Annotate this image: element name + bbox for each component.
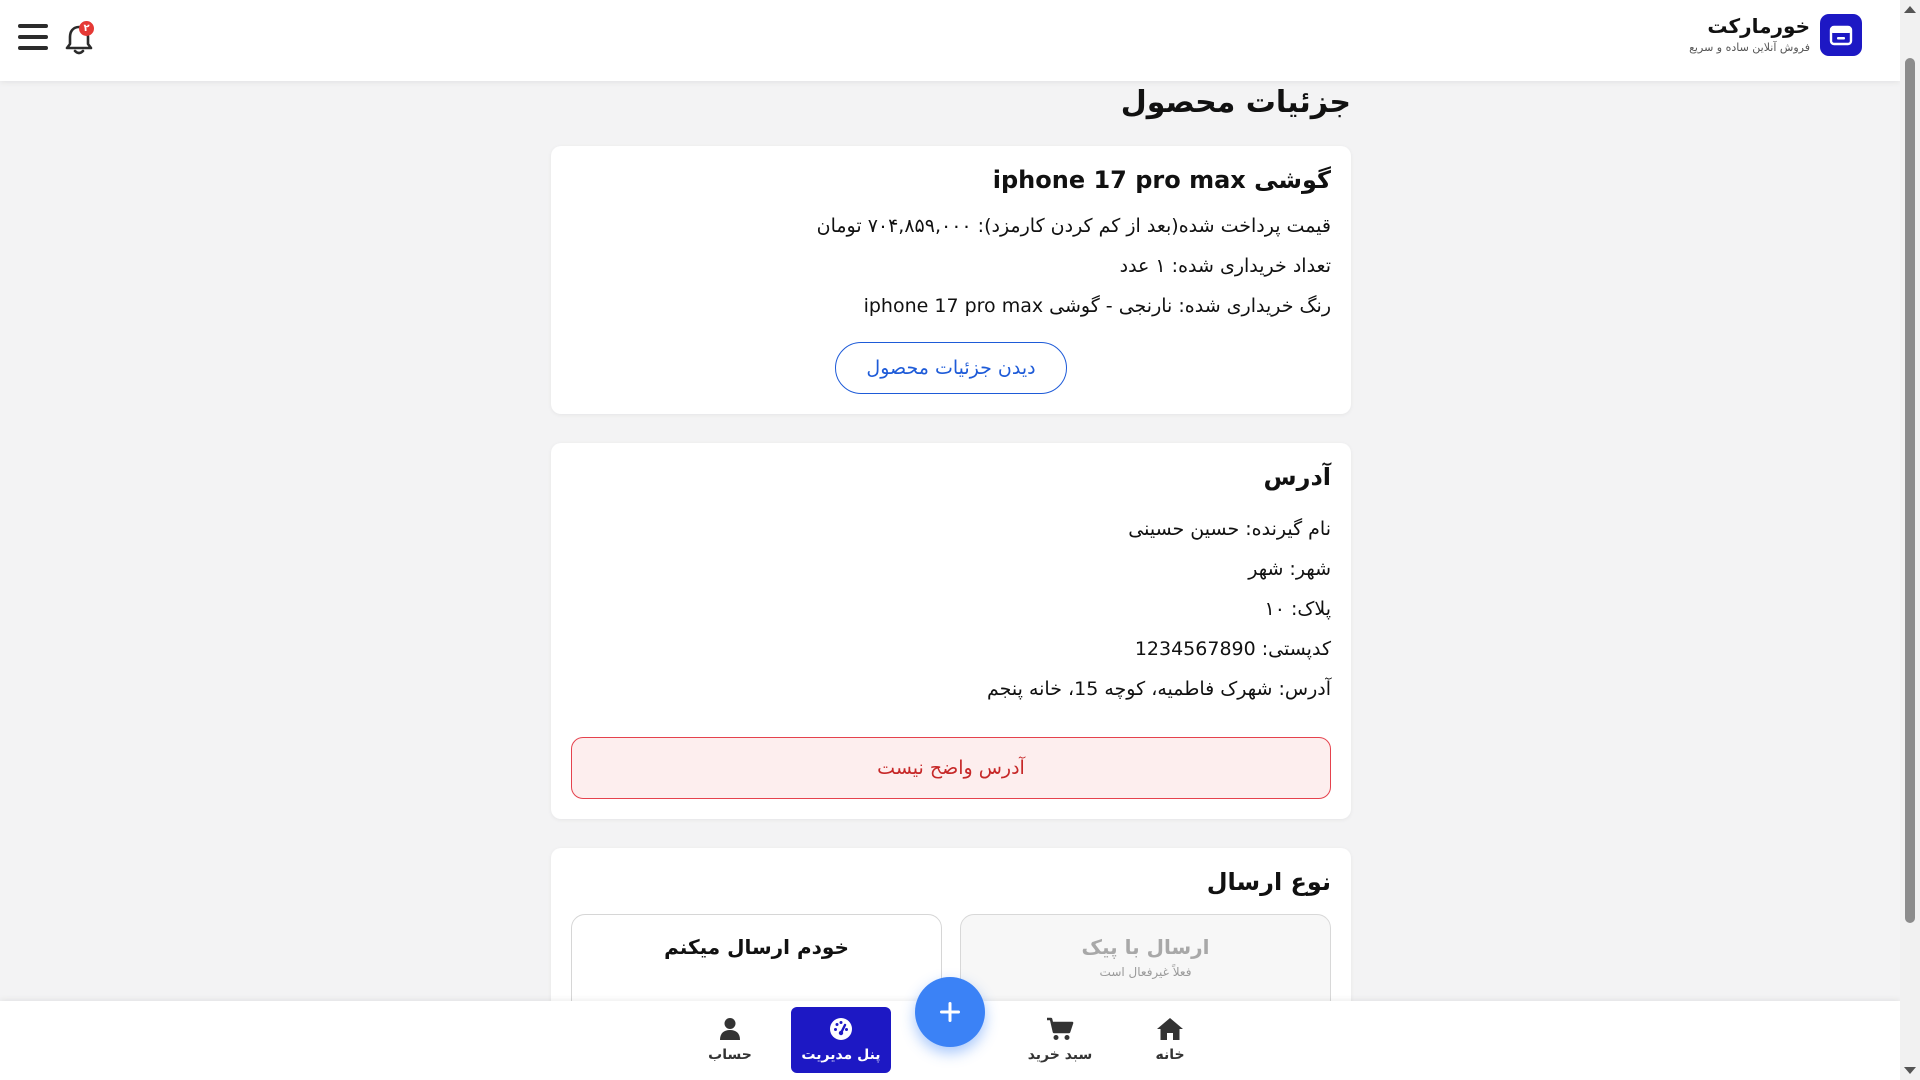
main-content: جزئیات محصول گوشی iphone 17 pro max قیمت… [551,81,1351,1048]
address-unclear-button[interactable]: آدرس واضح نیست [571,737,1331,799]
nav-account[interactable]: حساب [680,1007,780,1073]
scroll-down-arrow-icon[interactable] [1904,1067,1916,1074]
self-shipping-option[interactable]: خودم ارسال میکنم [571,914,942,1014]
home-icon [1157,1018,1183,1040]
notifications-bell-icon[interactable]: ۲ [64,21,94,56]
self-option-label: خودم ارسال میکنم [664,935,849,959]
hamburger-menu-icon[interactable] [18,24,48,50]
plus-icon [940,1002,960,1022]
notification-count-badge: ۲ [79,21,94,36]
nav-cart[interactable]: سبد خرید [1010,1007,1110,1073]
shipping-type-title: نوع ارسال [1206,868,1331,896]
view-product-details-button[interactable]: دیدن جزئیات محصول [835,342,1067,394]
page-title: جزئیات محصول [1120,85,1351,120]
address-card: آدرس نام گیرنده: حسین حسینی شهر: شهر پلا… [551,443,1351,819]
cart-icon [1047,1017,1074,1040]
product-quantity: تعداد خریداری شده: ۱ عدد [1119,255,1331,277]
courier-shipping-option: ارسال با پیک فعلاً غیرفعال است [960,914,1331,1014]
dashboard-gauge-icon [830,1018,852,1040]
product-card: گوشی iphone 17 pro max قیمت پرداخت شده(ب… [551,146,1351,414]
store-icon [1820,14,1862,56]
courier-option-note: فعلاً غیرفعال است [1099,965,1192,979]
scroll-up-arrow-icon[interactable] [1904,6,1916,13]
product-price: قیمت پرداخت شده(بعد از کم کردن کارمزد): … [816,215,1331,237]
address-title: آدرس [1263,463,1331,491]
top-header: ۲ خورمارکت فروش آنلاین ساده و سریع [0,0,1900,81]
brand-name: خورمارکت [1707,14,1810,38]
add-fab-button[interactable] [915,977,985,1047]
nav-account-label: حساب [708,1047,752,1063]
user-icon [720,1018,740,1040]
product-color: رنگ خریداری شده: نارنجی - گوشی iphone 17… [863,295,1331,317]
bottom-navigation: خانه سبد خرید پنل مدیریت حساب [0,977,1900,1080]
postal-code: کدپستی: 1234567890 [1134,638,1331,660]
brand[interactable]: خورمارکت فروش آنلاین ساده و سریع [1689,14,1862,56]
product-name: گوشی iphone 17 pro max [992,166,1331,194]
nav-home-label: خانه [1155,1047,1185,1063]
nav-admin-panel[interactable]: پنل مدیریت [791,1007,891,1073]
plate-number: پلاک: ۱۰ [1264,598,1332,620]
nav-home[interactable]: خانه [1120,1007,1220,1073]
city: شهر: شهر [1248,558,1331,580]
recipient-name: نام گیرنده: حسین حسینی [1128,518,1331,540]
courier-option-label: ارسال با پیک [1081,935,1210,959]
scrollbar-thumb[interactable] [1905,58,1915,923]
nav-admin-panel-label: پنل مدیریت [801,1047,881,1063]
full-address: آدرس: شهرک فاطمیه، کوچه 15، خانه پنجم [986,678,1331,700]
nav-cart-label: سبد خرید [1027,1047,1093,1063]
brand-tagline: فروش آنلاین ساده و سریع [1689,41,1810,54]
page-scrollbar[interactable] [1900,0,1920,1080]
